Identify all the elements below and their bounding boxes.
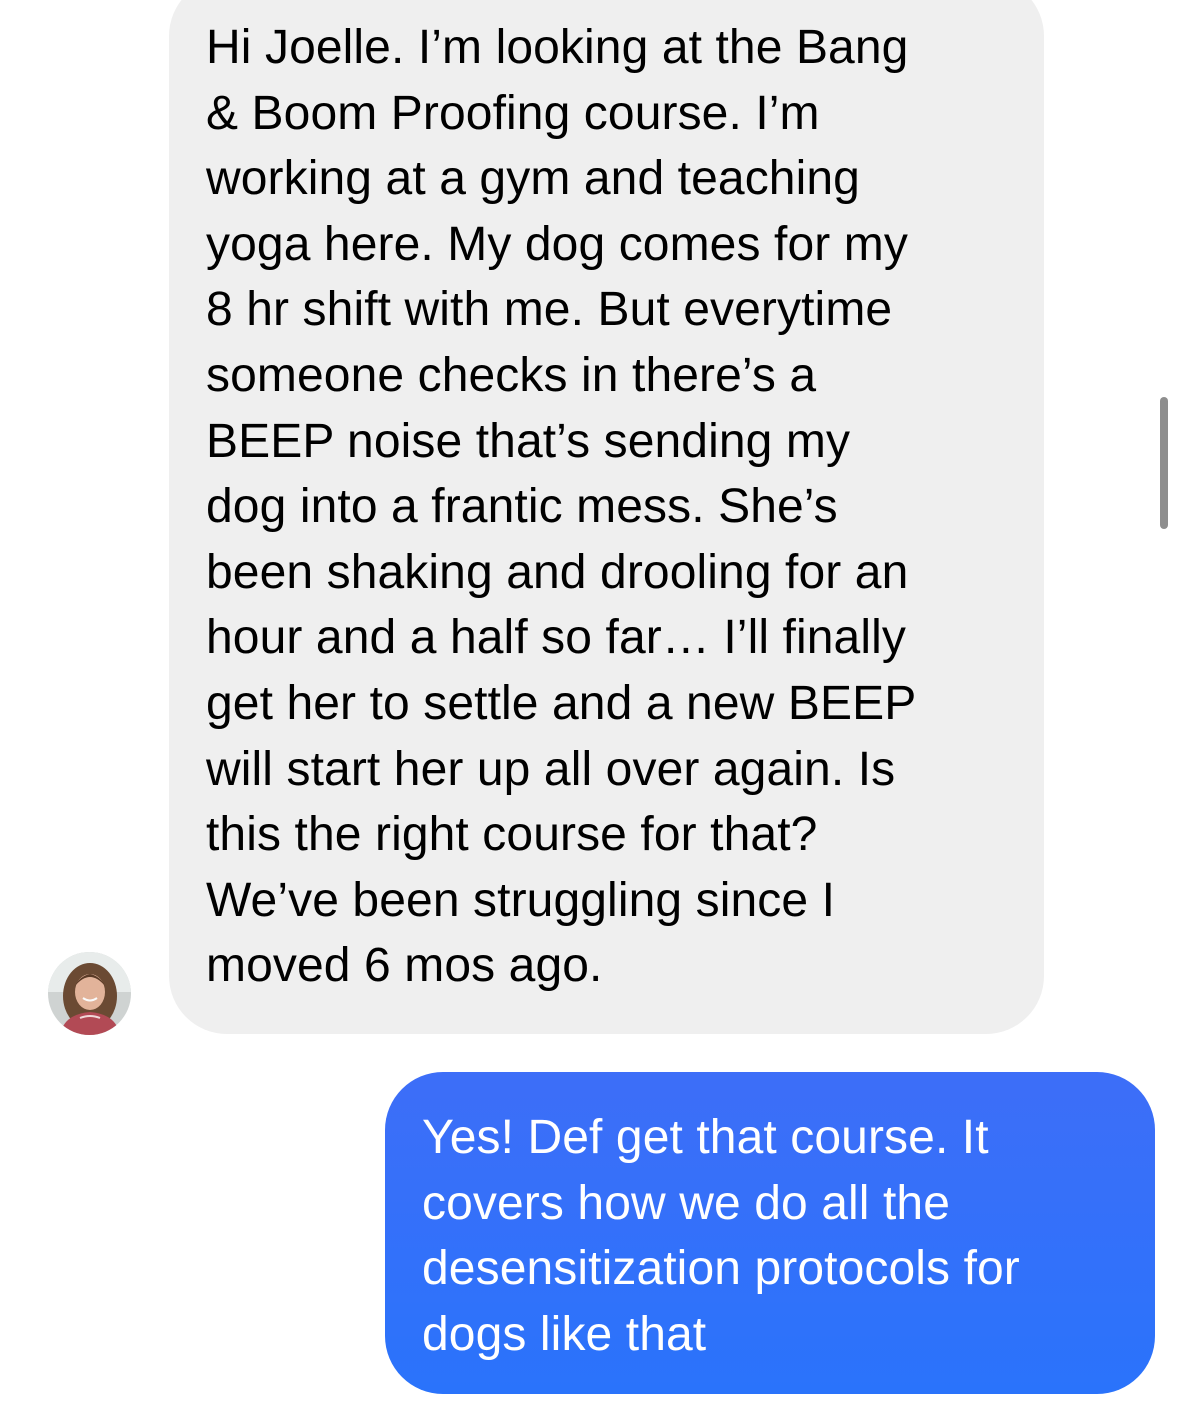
incoming-message-bubble[interactable]: Hi Joelle. I’m looking at the Bang & Boo… [169, 0, 1044, 1034]
outgoing-message-bubble[interactable]: Yes! Def get that course. It covers how … [385, 1072, 1155, 1394]
scrollbar[interactable] [1160, 397, 1168, 529]
sender-avatar[interactable] [48, 952, 131, 1035]
profile-photo-avatar-icon [48, 952, 131, 1035]
